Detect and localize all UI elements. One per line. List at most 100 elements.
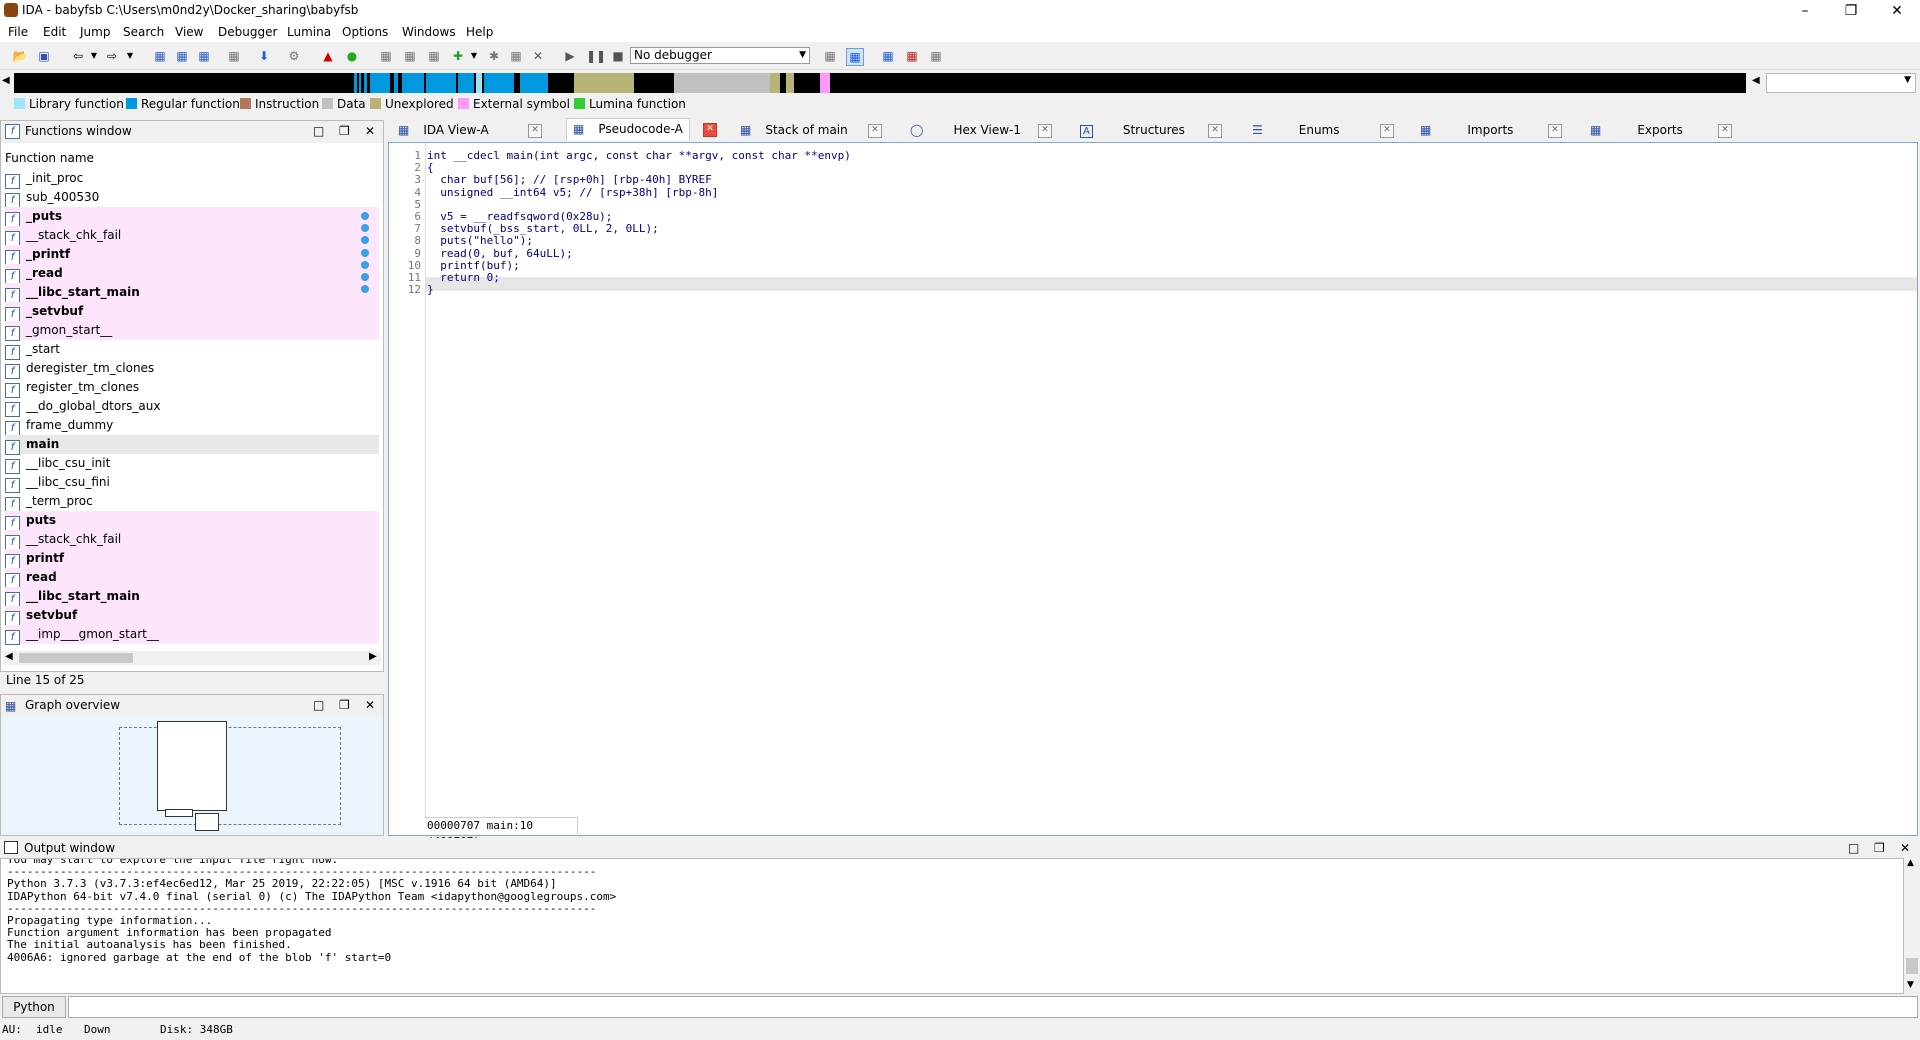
structure-icon[interactable]: ▦ [378,48,394,64]
menu-file[interactable]: File [8,25,28,39]
tab-stack-of-main[interactable]: ▦ Stack of main ✕ [740,120,882,140]
function-row[interactable]: f puts [5,511,379,531]
search-text-icon[interactable]: ▦ [174,48,190,64]
code-line[interactable]: } [427,283,434,296]
delete-icon[interactable]: ✕ [530,48,546,64]
menu-windows[interactable]: Windows [402,25,456,39]
scroll-up-icon[interactable]: ▲ [1907,858,1914,868]
navigation-band[interactable] [14,73,1746,93]
close-icon[interactable]: ✕ [868,124,882,138]
forward-icon[interactable]: ⇨ [104,48,120,64]
attach-icon[interactable]: ▦ [822,48,838,64]
menu-search[interactable]: Search [123,25,164,39]
float-icon[interactable]: ❐ [339,124,350,138]
function-row[interactable]: f frame_dummy [5,416,379,436]
sync-icon[interactable]: ▦ [846,48,864,66]
run-script-icon[interactable]: ● [344,48,360,64]
breakpoint-dot[interactable] [361,273,369,281]
function-row[interactable]: f _init_proc [5,169,379,189]
breakpoint-dropdown-icon[interactable]: ▼ [466,48,482,64]
tab-enums[interactable]: ☰ Enums ✕ [1252,120,1394,140]
function-row[interactable]: f main [5,435,379,455]
pseudocode-view[interactable]: 1 int __cdecl main(int argc, const char *… [361,142,1918,848]
function-row[interactable]: f __stack_chk_fail [5,530,379,550]
close-icon[interactable]: ✕ [365,698,375,712]
function-row[interactable]: f _term_proc [5,492,379,512]
code-line[interactable]: printf(buf); [427,259,519,272]
lumina-push-icon[interactable]: ▦ [904,48,920,64]
lumina-settings-icon[interactable]: ▦ [928,48,944,64]
function-row[interactable]: f printf [5,549,379,569]
scrollbar-thumb[interactable] [19,653,133,663]
function-row[interactable]: f _gmon_start__ [5,321,379,341]
function-row[interactable]: f __libc_csu_fini [5,473,379,493]
forward-dropdown-icon[interactable]: ▼ [122,48,138,64]
tab-exports[interactable]: ▦ Exports ✕ [1590,120,1732,140]
menu-debugger[interactable]: Debugger [218,25,277,39]
function-name-column-header[interactable]: Function name [5,151,94,165]
tab-imports[interactable]: ▦ Imports ✕ [1420,120,1562,140]
tab-pseudocode-a[interactable]: ▦ Pseudocode-A ✕ [566,118,717,141]
back-icon[interactable]: ⇦ [70,48,86,64]
tracing-icon[interactable]: ✱ [486,48,502,64]
menu-options[interactable]: Options [342,25,388,39]
scroll-left-icon[interactable]: ◀ [5,651,13,662]
enum-icon[interactable]: ▦ [426,48,442,64]
scrollbar-thumb[interactable] [1906,958,1918,974]
breakpoint-dot[interactable] [361,260,369,269]
start-debug-icon[interactable]: ▶ [562,48,578,64]
tab-structures[interactable]: A Structures ✕ [1080,120,1222,140]
close-icon[interactable]: ✕ [1900,841,1910,855]
open-folder-icon[interactable]: 📂 [12,48,28,64]
menu-help[interactable]: Help [466,25,493,39]
function-row[interactable]: f register_tm_clones [5,378,379,398]
jump-down-icon[interactable]: ⬇ [256,48,272,64]
close-icon[interactable]: ✕ [1038,124,1052,138]
function-row[interactable]: f _read [5,264,379,284]
code-line[interactable]: read(0, buf, 64uLL); [427,247,572,260]
code-line[interactable]: v5 = __readfsqword(0x28u); [427,210,612,223]
minimize-icon[interactable]: – [1782,0,1828,22]
maximize-icon[interactable]: □ [313,698,324,712]
pause-icon[interactable]: ❚❚ [586,48,606,64]
back-dropdown-icon[interactable]: ▼ [86,48,102,64]
nav-left-icon[interactable]: ◀ [2,75,10,86]
close-icon[interactable]: ✕ [1548,124,1562,138]
horizontal-scrollbar[interactable]: ◀ ▶ [3,651,381,665]
stop-icon[interactable]: ■ [610,48,626,64]
menu-lumina[interactable]: Lumina [287,25,331,39]
search-binary-icon[interactable]: ▦ [152,48,168,64]
function-row[interactable]: f __stack_chk_fail [5,226,379,246]
python-button[interactable]: Python [2,996,66,1018]
close-icon[interactable]: ✕ [528,124,542,138]
trace-icon[interactable]: ▦ [508,48,524,64]
close-icon[interactable]: ✕ [1718,124,1732,138]
tab-ida-view-a[interactable]: ▦ IDA View-A ✕ [398,120,542,140]
function-row[interactable]: f read [5,568,379,588]
scroll-right-icon[interactable]: ▶ [369,651,377,662]
float-icon[interactable]: ❐ [339,698,350,712]
patch-icon[interactable]: ⚙ [286,48,302,64]
graph-icon[interactable]: ▲ [320,48,336,64]
debugger-select[interactable]: No debugger ▼ [630,47,810,64]
float-icon[interactable]: ❐ [1874,841,1885,855]
command-input[interactable] [68,996,1918,1018]
function-row[interactable]: f _puts [5,207,379,227]
close-icon[interactable]: ✕ [1208,124,1222,138]
code-line[interactable]: setvbuf(_bss_start, 0LL, 2, 0LL); [427,222,659,235]
create-struct-icon[interactable]: ▦ [402,48,418,64]
function-row[interactable]: f __libc_csu_init [5,454,379,474]
scroll-down-icon[interactable]: ▼ [1907,980,1914,990]
add-breakpoint-icon[interactable]: ✚ [450,48,466,64]
function-row[interactable]: f _setvbuf [5,302,379,322]
output-log[interactable]: You may start to explore the input file … [0,858,1904,994]
graph-node[interactable] [195,813,219,831]
search-sequence-icon[interactable]: ▦ [226,48,242,64]
function-row[interactable]: f __libc_start_main [5,587,379,607]
function-row[interactable]: f _start [5,340,379,360]
graph-node-main[interactable] [157,721,227,811]
function-row[interactable]: f __do_global_dtors_aux [5,397,379,417]
function-row[interactable]: f __imp___gmon_start__ [5,625,379,645]
close-icon[interactable]: ✕ [703,123,717,137]
search-immediate-icon[interactable]: ▦ [196,48,212,64]
